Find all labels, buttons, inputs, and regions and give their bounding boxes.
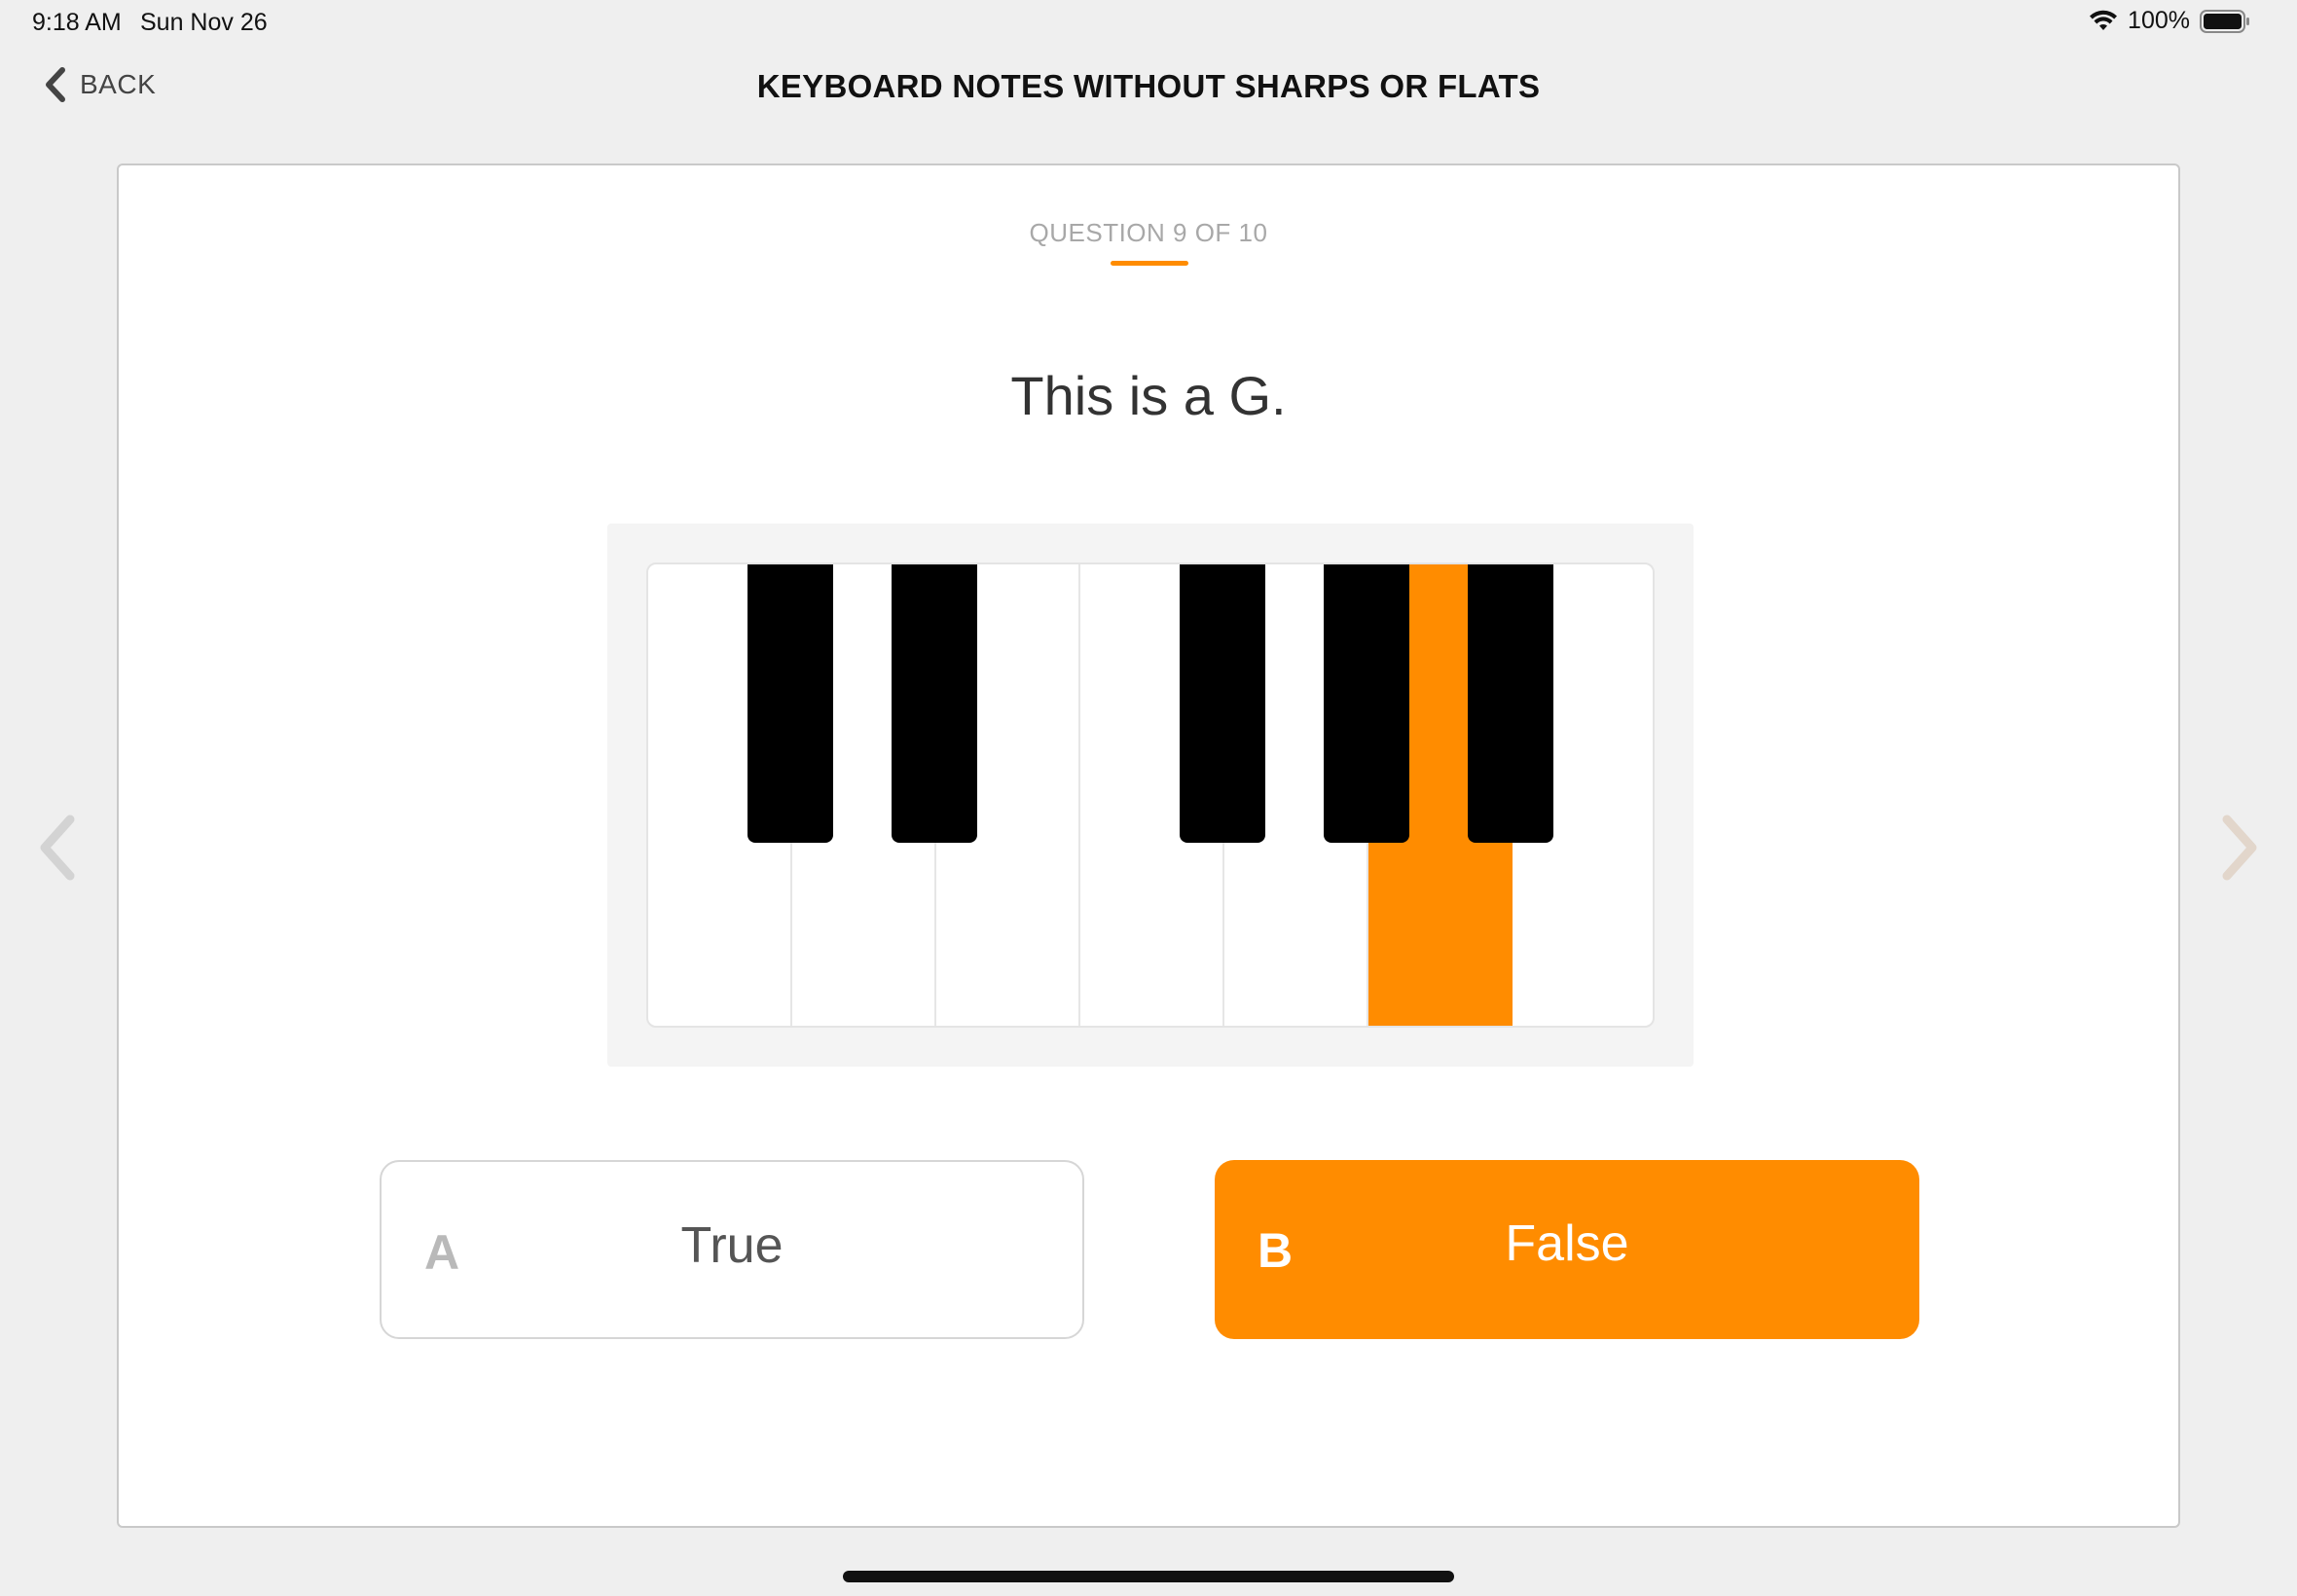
battery-icon (2200, 9, 2249, 33)
black-key (892, 564, 977, 843)
piano-keyboard (646, 562, 1655, 1028)
black-key (747, 564, 833, 843)
answer-b-button[interactable]: B False (1215, 1160, 1919, 1339)
question-counter: QUESTION 9 OF 10 (1029, 218, 1268, 247)
home-indicator (843, 1571, 1454, 1582)
answer-a-text: True (680, 1217, 784, 1274)
black-key (1468, 564, 1553, 843)
status-bar: 9:18 AM Sun Nov 26 100% (0, 0, 2297, 47)
question-card: QUESTION 9 OF 10 This is a G. A True B F… (117, 163, 2180, 1528)
battery-percent: 100% (2128, 7, 2190, 34)
wifi-icon (2090, 10, 2118, 30)
chevron-right-icon[interactable] (2217, 814, 2262, 882)
chevron-left-icon[interactable] (35, 814, 80, 882)
status-right: 100% (2089, 7, 2250, 35)
counter-underline (1111, 261, 1188, 266)
answer-a-button[interactable]: A True (380, 1160, 1084, 1339)
question-text: This is a G. (1010, 365, 1287, 426)
status-date: Sun Nov 26 (140, 9, 268, 36)
black-key (1324, 564, 1409, 843)
black-key (1180, 564, 1265, 843)
page-title: KEYBOARD NOTES WITHOUT SHARPS OR FLATS (756, 68, 1541, 104)
status-time: 9:18 AM (32, 9, 122, 36)
keyboard-panel (607, 524, 1694, 1067)
app-root: 9:18 AM Sun Nov 26 100% BACK KEYBOARD NO… (0, 0, 2297, 1596)
answer-b-text: False (1505, 1215, 1629, 1272)
